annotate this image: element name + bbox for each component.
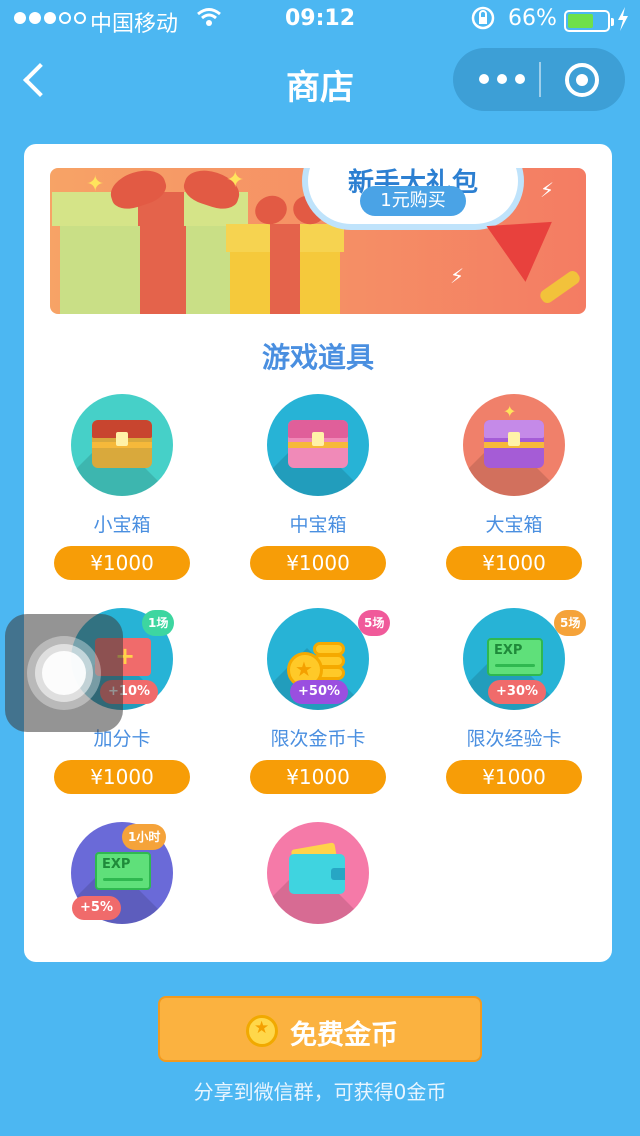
free-coins-label: 免费金币 bbox=[290, 1020, 398, 1051]
price-button[interactable]: ¥1000 bbox=[446, 760, 582, 794]
lightning-icon: ⚡ bbox=[450, 264, 465, 288]
price-button[interactable]: ¥1000 bbox=[250, 760, 386, 794]
shop-card: ✦ ✦ 新手大礼包 1元购买 ⚡ ⚡ 游戏道具 小宝箱 ¥1000 中宝箱 ¥1… bbox=[24, 144, 612, 962]
medium-chest-icon bbox=[267, 394, 369, 496]
lightning-icon: ⚡ bbox=[540, 178, 555, 202]
price-button[interactable]: ¥1000 bbox=[446, 546, 582, 580]
mini-program-capsule bbox=[453, 48, 625, 111]
sparkle-icon: ✦ bbox=[226, 168, 245, 193]
shop-item-medium-chest[interactable]: 中宝箱 ¥1000 bbox=[220, 394, 416, 594]
item-label: 限次经验卡 bbox=[466, 728, 562, 750]
large-chest-icon: ✦ bbox=[463, 394, 565, 496]
free-coins-button[interactable]: 免费金币 bbox=[158, 996, 482, 1062]
small-chest-icon bbox=[71, 394, 173, 496]
gift-box-small-icon bbox=[230, 248, 340, 314]
shop-item-coin-card[interactable]: ★ 5场 +50% 限次金币卡 ¥1000 bbox=[220, 608, 416, 808]
shop-item-large-chest[interactable]: ✦ 大宝箱 ¥1000 bbox=[416, 394, 612, 594]
shop-item-small-chest[interactable]: 小宝箱 ¥1000 bbox=[24, 394, 220, 594]
buy-starter-pack-button[interactable]: 1元购买 bbox=[360, 186, 466, 216]
sparkle-icon: ✦ bbox=[86, 172, 105, 197]
item-badge: 1场 bbox=[142, 610, 175, 636]
item-bonus-badge: +5% bbox=[72, 896, 121, 920]
shop-item-wallet[interactable] bbox=[220, 822, 416, 962]
item-badge: 5场 bbox=[554, 610, 587, 636]
battery-percent: 66% bbox=[508, 6, 557, 31]
item-label: 小宝箱 bbox=[93, 514, 151, 536]
rotation-lock-icon bbox=[470, 5, 496, 36]
price-button[interactable]: ¥1000 bbox=[54, 546, 190, 580]
item-bonus-badge: +50% bbox=[290, 680, 349, 704]
section-title: 游戏道具 bbox=[261, 341, 374, 374]
item-badge: 1小时 bbox=[122, 824, 167, 850]
charging-icon bbox=[616, 6, 630, 37]
item-label: 限次金币卡 bbox=[270, 728, 366, 750]
item-label: 中宝箱 bbox=[289, 514, 347, 536]
more-menu-button[interactable] bbox=[475, 64, 539, 94]
starter-pack-banner[interactable]: ✦ ✦ 新手大礼包 1元购买 ⚡ ⚡ bbox=[50, 168, 586, 314]
assistive-touch-button[interactable] bbox=[5, 614, 123, 732]
item-label: 大宝箱 bbox=[485, 514, 543, 536]
megaphone-icon bbox=[486, 194, 583, 306]
shop-item-exp-card-hour[interactable]: EXP 1小时 +5% bbox=[24, 822, 220, 962]
shop-item-exp-card[interactable]: EXP 5场 +30% 限次经验卡 ¥1000 bbox=[416, 608, 612, 808]
close-mini-program-button[interactable] bbox=[565, 63, 599, 97]
wallet-icon bbox=[267, 822, 369, 924]
item-bonus-badge: +30% bbox=[488, 680, 547, 704]
price-button[interactable]: ¥1000 bbox=[250, 546, 386, 580]
share-note: 分享到微信群，可获得0金币 bbox=[193, 1080, 447, 1104]
battery-icon bbox=[564, 10, 614, 32]
status-bar: 中国移动 09:12 66% bbox=[0, 0, 640, 40]
price-button[interactable]: ¥1000 bbox=[54, 760, 190, 794]
coin-icon bbox=[246, 1015, 278, 1047]
item-badge: 5场 bbox=[358, 610, 391, 636]
